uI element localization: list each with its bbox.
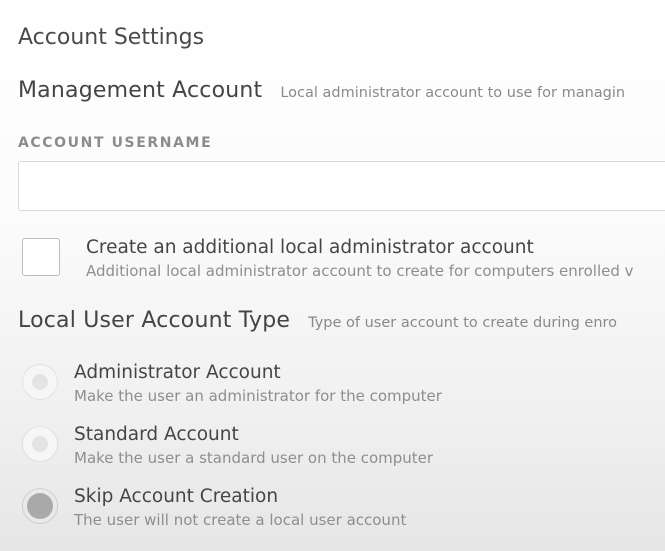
additional-admin-label[interactable]: Create an additional local administrator… bbox=[86, 237, 534, 258]
radio-dot bbox=[32, 436, 48, 452]
local-user-account-type-header: Local User Account Type Type of user acco… bbox=[18, 308, 617, 333]
local-user-account-type-description: Type of user account to create during en… bbox=[308, 315, 618, 331]
skip-account-creation-label[interactable]: Skip Account Creation bbox=[74, 486, 278, 507]
local-user-account-type-title: Local User Account Type bbox=[18, 308, 291, 333]
management-account-title: Management Account bbox=[18, 78, 263, 103]
page-title: Account Settings bbox=[18, 25, 205, 50]
additional-admin-checkbox[interactable] bbox=[22, 238, 60, 276]
administrator-account-label[interactable]: Administrator Account bbox=[74, 362, 281, 383]
account-username-label: ACCOUNT USERNAME bbox=[18, 135, 213, 151]
standard-account-description: Make the user a standard user on the com… bbox=[74, 449, 434, 467]
standard-account-label[interactable]: Standard Account bbox=[74, 424, 239, 445]
radio-dot bbox=[27, 493, 53, 519]
radio-dot bbox=[32, 374, 48, 390]
administrator-account-radio[interactable] bbox=[22, 364, 58, 400]
administrator-account-description: Make the user an administrator for the c… bbox=[74, 387, 442, 405]
skip-account-creation-description: The user will not create a local user ac… bbox=[74, 511, 407, 529]
management-account-description: Local administrator account to use for m… bbox=[280, 85, 626, 101]
account-username-input[interactable] bbox=[18, 161, 665, 211]
skip-account-creation-radio[interactable] bbox=[22, 488, 58, 524]
management-account-header: Management Account Local administrator ac… bbox=[18, 78, 625, 103]
standard-account-radio[interactable] bbox=[22, 426, 58, 462]
additional-admin-description: Additional local administrator account t… bbox=[86, 262, 634, 280]
